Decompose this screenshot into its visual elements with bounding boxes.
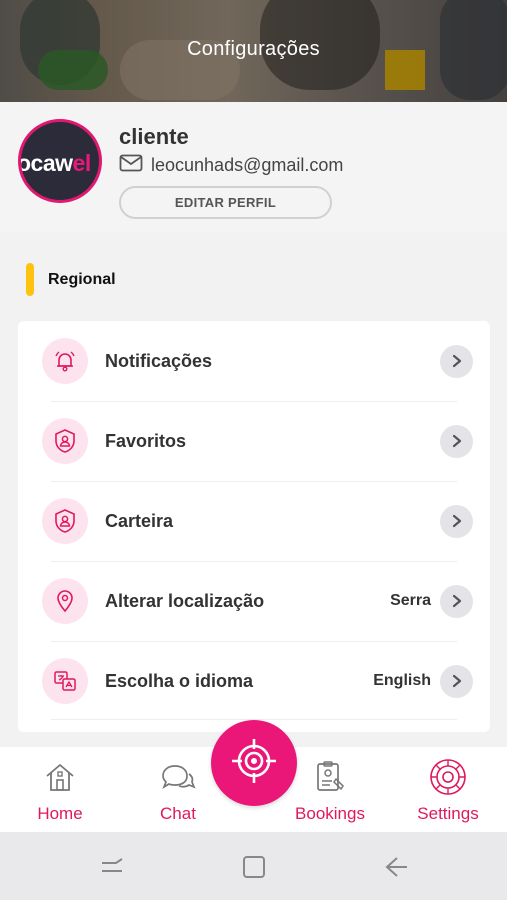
menu-item-label: Alterar localização [105, 590, 265, 611]
menu-item-label: Favoritos [105, 430, 187, 451]
menu-item-label: Carteira [105, 510, 174, 531]
chevron-right-icon[interactable] [440, 664, 473, 698]
section-label: Regional [48, 270, 116, 288]
profile-section: ocawel cliente leocunhads@gmail.com EDIT… [0, 102, 507, 232]
settings-menu: Notificações Favoritos Carteira Alterar … [18, 321, 490, 732]
target-icon [229, 736, 279, 791]
chat-icon [158, 757, 198, 797]
header-banner: Configurações [0, 0, 507, 102]
section-accent-bar [26, 263, 34, 296]
menu-item-carteira[interactable]: Carteira [18, 481, 490, 561]
menu-item-escolha-idioma[interactable]: Escolha o idioma English [18, 641, 490, 721]
menu-item-alterar-localizacao[interactable]: Alterar localização Serra [18, 561, 490, 641]
chevron-right-icon[interactable] [440, 584, 473, 618]
shield-user-icon [42, 418, 88, 464]
home-system-icon[interactable] [239, 852, 269, 882]
edit-profile-button[interactable]: EDITAR PERFIL [119, 186, 332, 219]
bookings-icon [310, 757, 350, 797]
menu-item-value: Serra [390, 592, 431, 609]
user-email: leocunhads@gmail.com [151, 155, 344, 175]
email-row: leocunhads@gmail.com [119, 154, 343, 177]
user-name: cliente [119, 124, 189, 149]
location-pin-icon [42, 578, 88, 624]
home-icon [40, 757, 80, 797]
menu-item-favoritos[interactable]: Favoritos [18, 401, 490, 481]
nav-settings[interactable]: Settings [408, 747, 488, 832]
nav-label: Bookings [295, 804, 365, 823]
back-icon[interactable] [381, 852, 411, 882]
menu-item-value: English [373, 672, 431, 689]
avatar-logo: ocawel [18, 150, 91, 176]
chevron-right-icon[interactable] [440, 504, 473, 538]
system-navigation-bar [0, 832, 507, 900]
translate-icon [42, 658, 88, 704]
center-action-button[interactable] [211, 720, 297, 806]
recent-apps-icon[interactable] [97, 852, 127, 882]
nav-bookings[interactable]: Bookings [290, 747, 370, 832]
nav-home[interactable]: Home [20, 747, 100, 832]
nav-label: Chat [160, 804, 196, 823]
chevron-right-icon[interactable] [440, 424, 473, 458]
settings-icon [428, 757, 468, 797]
shield-user-icon [42, 498, 88, 544]
chevron-right-icon[interactable] [440, 344, 473, 378]
avatar[interactable]: ocawel [18, 119, 102, 203]
nav-label: Home [37, 804, 83, 823]
mail-icon [119, 154, 143, 177]
menu-item-notificacoes[interactable]: Notificações [18, 321, 490, 401]
nav-chat[interactable]: Chat [138, 747, 218, 832]
nav-label: Settings [417, 804, 479, 823]
menu-item-label: Notificações [105, 350, 213, 371]
page-title: Configurações [187, 38, 320, 60]
menu-item-label: Escolha o idioma [105, 670, 254, 691]
section-header: Regional [26, 263, 116, 296]
bell-icon [42, 338, 88, 384]
